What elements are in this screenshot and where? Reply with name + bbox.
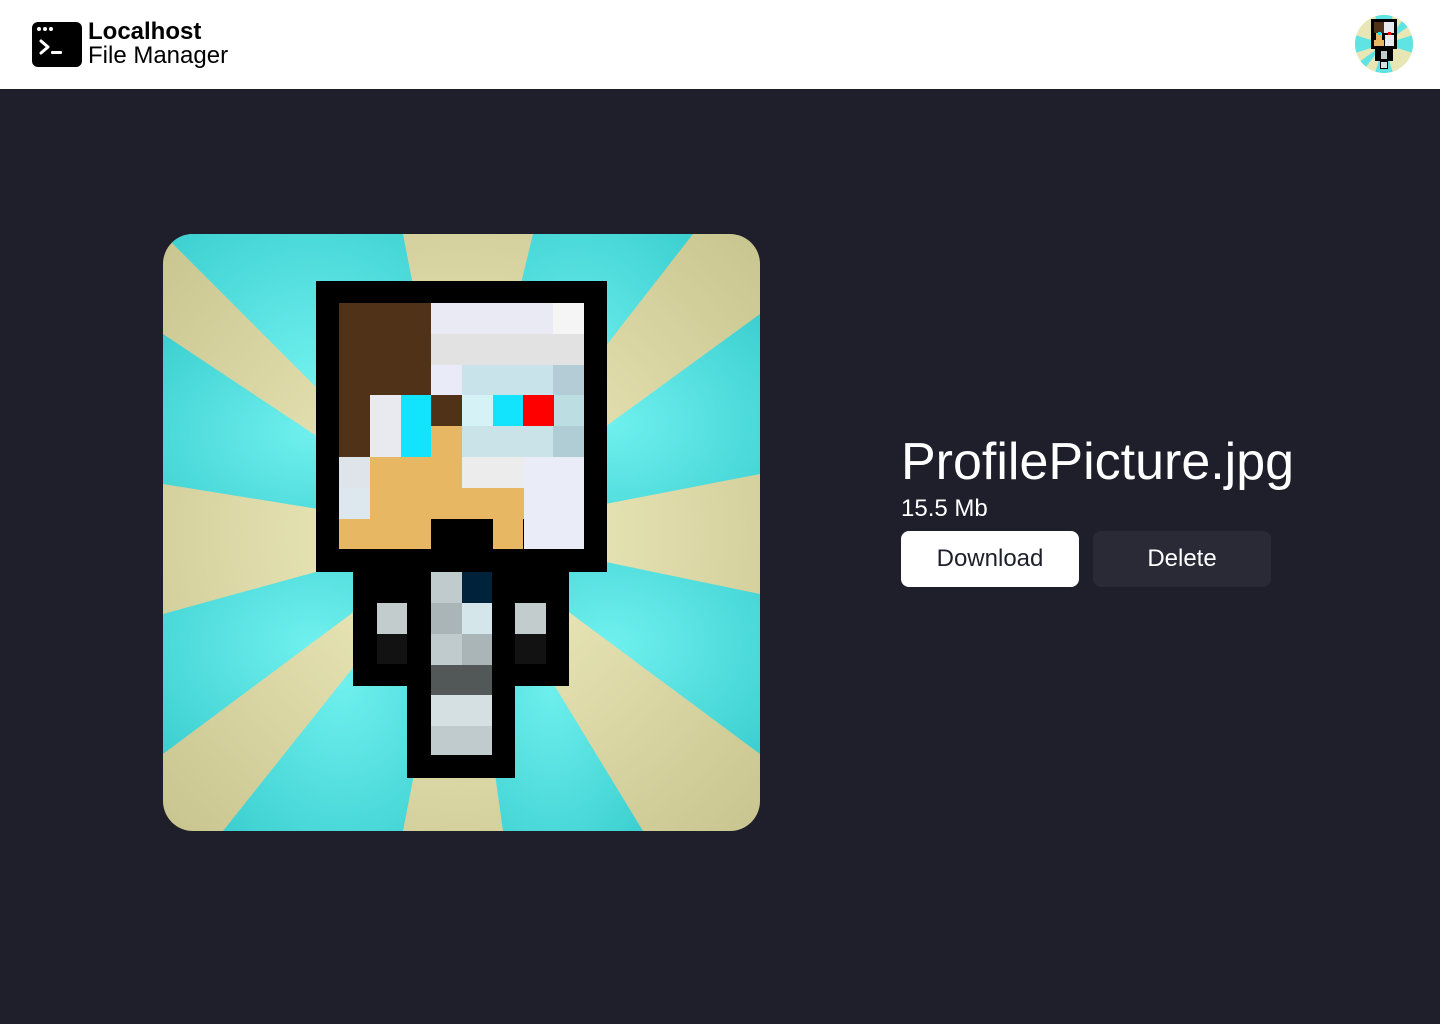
top-bar: Localhost File Manager xyxy=(0,0,1440,89)
image-preview xyxy=(163,234,760,831)
file-name: ProfilePicture.jpg xyxy=(901,433,1295,491)
brand[interactable]: Localhost File Manager xyxy=(88,20,228,68)
app-subtitle: File Manager xyxy=(88,42,229,69)
download-button[interactable]: Download xyxy=(901,531,1079,587)
file-details: ProfilePicture.jpg 15.5 Mb Download Dele… xyxy=(901,432,1295,587)
terminal-icon[interactable] xyxy=(32,22,82,67)
profile-picture-image xyxy=(163,234,760,831)
user-avatar[interactable] xyxy=(1355,15,1413,73)
delete-button[interactable]: Delete xyxy=(1093,531,1271,587)
user-avatar-icon xyxy=(1355,15,1413,73)
app-title: Localhost xyxy=(88,18,202,45)
file-size: 15.5 Mb xyxy=(901,495,988,522)
